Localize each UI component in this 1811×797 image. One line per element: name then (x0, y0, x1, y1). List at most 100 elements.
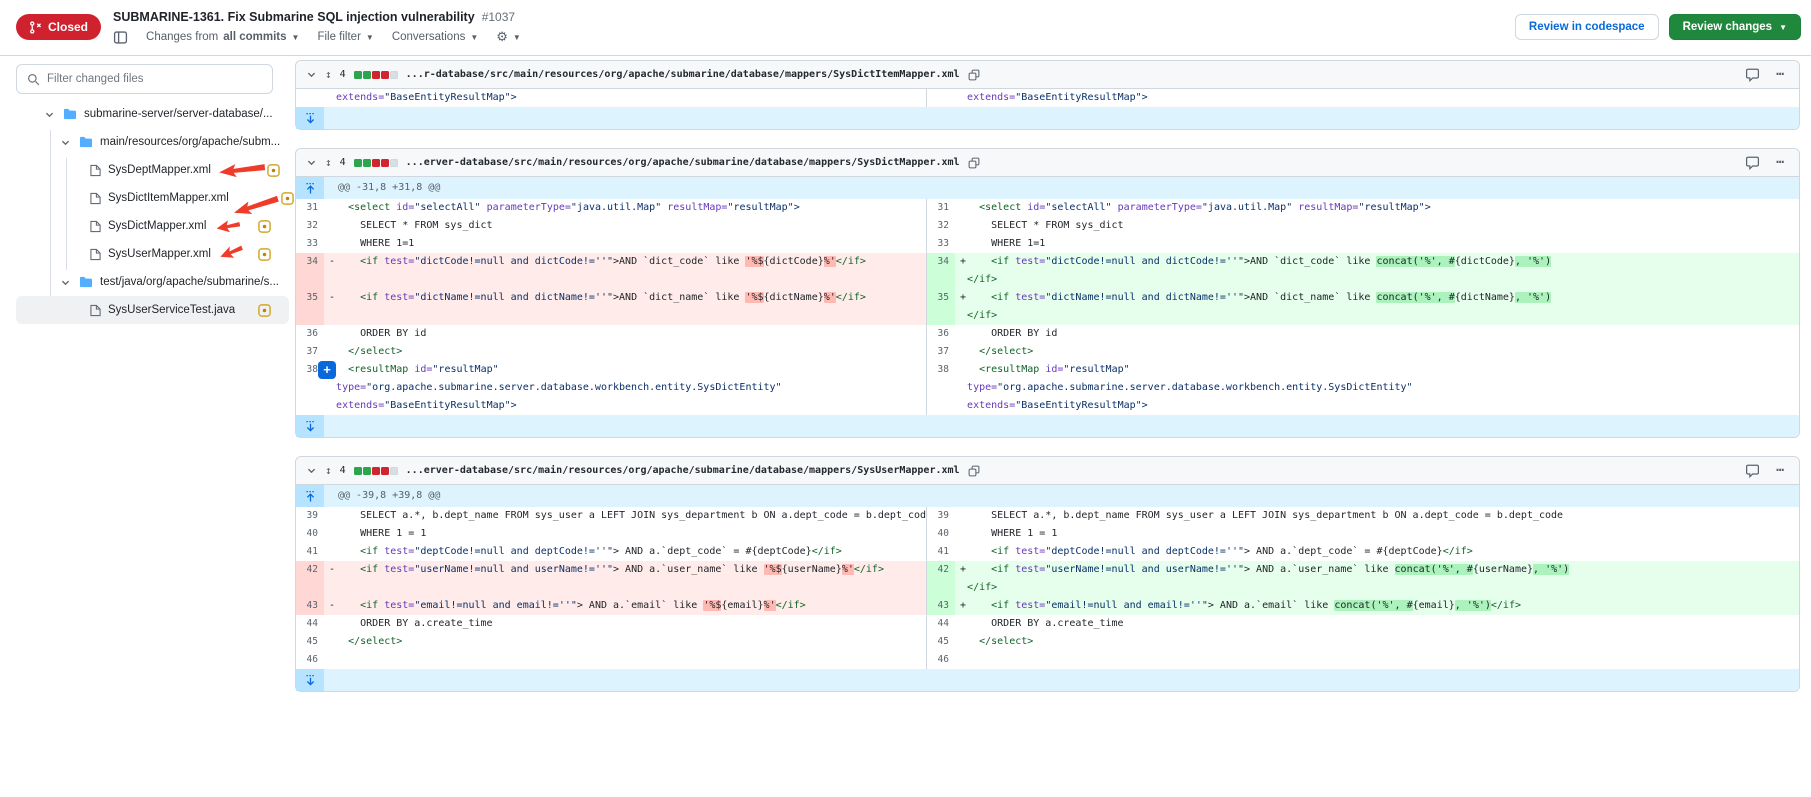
line-number[interactable]: 41 (296, 543, 324, 561)
file-path: ...erver-database/src/main/resources/org… (406, 157, 960, 168)
tree-file-row[interactable]: SysDictItemMapper.xml (16, 184, 289, 212)
line-number[interactable]: 32 (296, 217, 324, 235)
kebab-menu-button[interactable]: ⋯ (1776, 463, 1785, 478)
kebab-menu-button[interactable]: ⋯ (1776, 67, 1785, 82)
line-number[interactable]: 34 (296, 253, 324, 289)
line-number[interactable]: 43 (296, 597, 324, 615)
file-filter-dropdown[interactable]: File filter ▼ (317, 31, 373, 43)
line-number[interactable]: 37 (927, 343, 955, 361)
code-segment: "org.apache.submarine.server.database.wo… (997, 382, 1412, 393)
code-segment: SELECT a.*, b.dept_name FROM sys_user a … (955, 510, 1563, 521)
code-line (324, 271, 926, 289)
line-number[interactable]: 36 (927, 325, 955, 343)
code-segment: </if> (967, 582, 997, 593)
line-number[interactable]: 35 (927, 289, 955, 325)
code-segment: <if (360, 292, 378, 303)
line-number[interactable]: 39 (296, 507, 324, 525)
file-filter-input[interactable] (47, 73, 247, 85)
expand-hunk-button[interactable] (296, 485, 324, 507)
comment-button[interactable] (1745, 464, 1760, 478)
folder-icon (79, 136, 93, 148)
collapse-diff-button[interactable] (306, 157, 317, 168)
line-number[interactable]: 44 (296, 615, 324, 633)
code-segment (324, 382, 336, 393)
line-number[interactable]: 46 (927, 651, 955, 669)
line-number[interactable]: 36 (296, 325, 324, 343)
code-segment (324, 636, 348, 647)
diff-context-l: extends="BaseEntityResultMap"> (296, 89, 927, 107)
line-number[interactable]: 44 (927, 615, 955, 633)
line-number[interactable] (927, 89, 955, 107)
copy-path-button[interactable] (968, 465, 980, 477)
expand-down-row (296, 415, 1799, 437)
line-number[interactable]: 42 (927, 561, 955, 597)
comment-button[interactable] (1745, 68, 1760, 82)
code-segment: "BaseEntityResultMap"> (384, 400, 516, 411)
line-number[interactable]: 45 (927, 633, 955, 651)
expand-down-button[interactable] (296, 107, 324, 129)
line-number[interactable]: 46 (296, 651, 324, 669)
line-number[interactable]: 31 (927, 199, 955, 217)
tree-folder-row[interactable]: submarine-server/server-database/... (16, 100, 289, 128)
expand-down-row (296, 669, 1799, 691)
tree-folder-row[interactable]: main/resources/org/apache/subm... (16, 128, 289, 156)
review-changes-button[interactable]: Review changes ▼ (1669, 14, 1801, 40)
line-number[interactable]: 35 (296, 289, 324, 325)
code-segment: <resultMap (979, 364, 1039, 375)
line-number[interactable]: 40 (296, 525, 324, 543)
kebab-menu-button[interactable]: ⋯ (1776, 155, 1785, 170)
code-segment: WHERE 1 = 1 (955, 528, 1057, 539)
expand-down-button[interactable] (296, 669, 324, 691)
tree-file-row[interactable]: SysDictMapper.xml (16, 212, 289, 240)
line-number[interactable]: 42 (296, 561, 324, 597)
code-segment: "java.util.Map" (571, 202, 661, 213)
expand-down-button[interactable] (296, 415, 324, 437)
diff-settings-dropdown[interactable]: ⚙ ▼ (496, 29, 521, 45)
annotation-arrow (211, 249, 244, 260)
tree-item-label: SysUserServiceTest.java (108, 304, 235, 316)
line-number[interactable]: 39 (927, 507, 955, 525)
code-segment (955, 364, 979, 375)
collapse-diff-button[interactable] (306, 465, 317, 476)
comment-button[interactable] (1745, 156, 1760, 170)
code-segment: <resultMap (348, 364, 408, 375)
line-number[interactable]: 33 (927, 235, 955, 253)
line-number[interactable]: 38+ (296, 361, 324, 415)
tree-folder-row[interactable]: test/java/org/apache/submarine/s... (16, 268, 289, 296)
line-number[interactable]: 37 (296, 343, 324, 361)
conversations-dropdown[interactable]: Conversations ▼ (392, 31, 478, 43)
copy-path-button[interactable] (968, 69, 980, 81)
line-number[interactable]: 34 (927, 253, 955, 289)
collapse-diff-button[interactable] (306, 69, 317, 80)
tree-file-row[interactable]: SysDeptMapper.xml (16, 156, 289, 184)
diffstat-block (390, 467, 398, 475)
drag-handle-icon[interactable]: ↕ (325, 464, 332, 477)
diff-row: extends="BaseEntityResultMap"> extends="… (296, 89, 1799, 107)
code-cell: </select> (324, 343, 926, 361)
line-number[interactable]: 31 (296, 199, 324, 217)
copy-path-button[interactable] (968, 157, 980, 169)
code-segment: id= (396, 202, 414, 213)
add-line-comment-button[interactable]: + (318, 361, 336, 379)
code-cell: - <if test="userName!=null and userName!… (324, 561, 926, 597)
code-cell: - <if test="email!=null and email!=''"> … (324, 597, 926, 615)
tree-file-row[interactable]: SysUserServiceTest.java (16, 296, 289, 324)
review-in-codespace-button[interactable]: Review in codespace (1515, 14, 1659, 40)
line-number[interactable]: 41 (927, 543, 955, 561)
code-segment: </select> (348, 346, 402, 357)
code-line (324, 651, 926, 669)
line-number[interactable]: 43 (927, 597, 955, 615)
line-number[interactable]: 38 (927, 361, 955, 415)
sidebar-toggle-button[interactable] (113, 30, 128, 45)
line-number[interactable]: 45 (296, 633, 324, 651)
file-filter-box (16, 64, 273, 94)
changes-from-dropdown[interactable]: Changes from all commits ▼ (146, 31, 299, 43)
drag-handle-icon[interactable]: ↕ (325, 68, 332, 81)
line-number[interactable]: 33 (296, 235, 324, 253)
expand-hunk-button[interactable] (296, 177, 324, 199)
line-number[interactable]: 40 (927, 525, 955, 543)
tree-file-row[interactable]: SysUserMapper.xml (16, 240, 289, 268)
drag-handle-icon[interactable]: ↕ (325, 156, 332, 169)
line-number[interactable] (296, 89, 324, 107)
line-number[interactable]: 32 (927, 217, 955, 235)
